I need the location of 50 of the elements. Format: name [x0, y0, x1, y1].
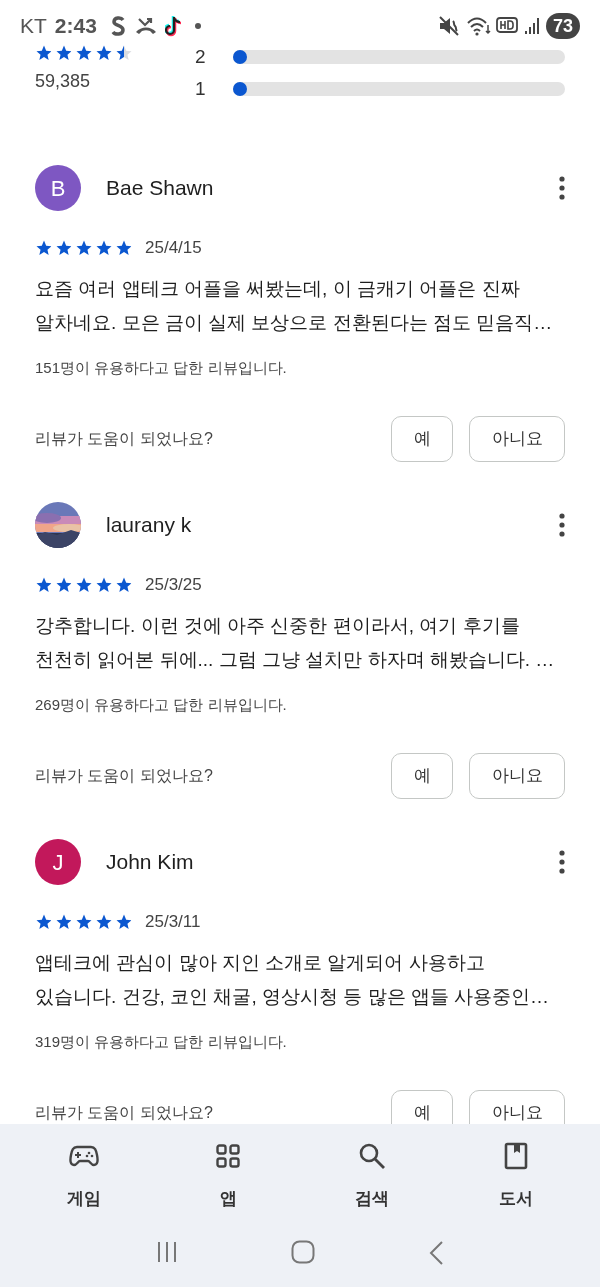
star-level-label: 1 [195, 76, 207, 101]
no-button[interactable]: 아니요 [469, 416, 565, 462]
nav-tab[interactable]: 검색 [322, 1140, 422, 1212]
review-date: 25/4/15 [145, 237, 202, 260]
more-options-icon[interactable] [559, 513, 565, 537]
gamepad-icon [69, 1144, 99, 1168]
no-button[interactable]: 아니요 [469, 1090, 565, 1124]
mute-icon [437, 15, 460, 37]
reviewer-name: John Kim [106, 849, 195, 876]
carrier-text: KT [20, 13, 47, 40]
star-level-label: 2 [195, 44, 207, 69]
nav-tab[interactable]: 도서 [466, 1140, 566, 1212]
more-options-icon[interactable] [559, 850, 565, 874]
book-icon [504, 1142, 528, 1170]
helpful-question: 리뷰가 도움이 되었나요? [35, 1103, 214, 1123]
avatar: B [35, 165, 81, 211]
s-logo-icon [110, 16, 125, 36]
yes-button[interactable]: 예 [391, 753, 453, 799]
review-text: 앱테크에 관심이 많아 지인 소개로 알게되어 사용하고 있습니다. 건강, 코인 채굴, 영상시청 등 많은 앱들 사용중인… [35, 951, 551, 1009]
battery-indicator: 73 [545, 13, 580, 39]
home-icon[interactable] [291, 1239, 315, 1264]
review-text: 요즘 여러 앱테크 어플을 써봤는데, 이 금캐기 어플은 진짜 알차네요. 모은 금이 실제 보상으로 전환된다는 점도 믿음직… [35, 277, 554, 335]
yes-button[interactable]: 예 [391, 416, 453, 462]
avatar: J [35, 839, 81, 885]
helpful-question: 리뷰가 도움이 되었나요? [35, 429, 214, 449]
reviewer-name: laurany k [106, 512, 193, 539]
helpful-count: 319명이 유용하다고 답한 리뷰입니다. [35, 1032, 288, 1052]
review-count: 59,385 [35, 70, 92, 93]
apps-grid-icon [216, 1144, 240, 1168]
nav-tab[interactable]: 앱 [178, 1140, 278, 1212]
music-note-icon [164, 15, 183, 37]
missed-call-icon [134, 16, 157, 36]
helpful-count: 151명이 유용하다고 답한 리뷰입니다. [35, 358, 288, 378]
nav-tab[interactable]: 게임 [34, 1140, 134, 1212]
recent-apps-icon[interactable] [156, 1239, 179, 1264]
helpful-count: 269명이 유용하다고 답한 리뷰입니다. [35, 695, 288, 715]
signal-icon [523, 16, 540, 36]
more-options-icon[interactable] [559, 176, 565, 200]
wifi-icon [465, 15, 492, 37]
dot-icon [194, 23, 201, 29]
clock-text: 2:43 [54, 13, 97, 40]
review-date: 25/3/11 [145, 911, 201, 934]
back-icon[interactable] [427, 1239, 444, 1266]
review-date: 25/3/25 [145, 574, 202, 597]
reviewer-name: Bae Shawn [106, 175, 215, 202]
helpful-question: 리뷰가 도움이 되었나요? [35, 766, 214, 786]
no-button[interactable]: 아니요 [469, 753, 565, 799]
review-text: 강추합니다. 이런 것에 아주 신중한 편이라서, 여기 후기를 천천히 읽어본 뒤에... 그럼 그냥 설치만 하자며 해봤습니다. … [35, 614, 556, 672]
yes-button[interactable]: 예 [391, 1090, 453, 1124]
search-icon [358, 1142, 386, 1170]
